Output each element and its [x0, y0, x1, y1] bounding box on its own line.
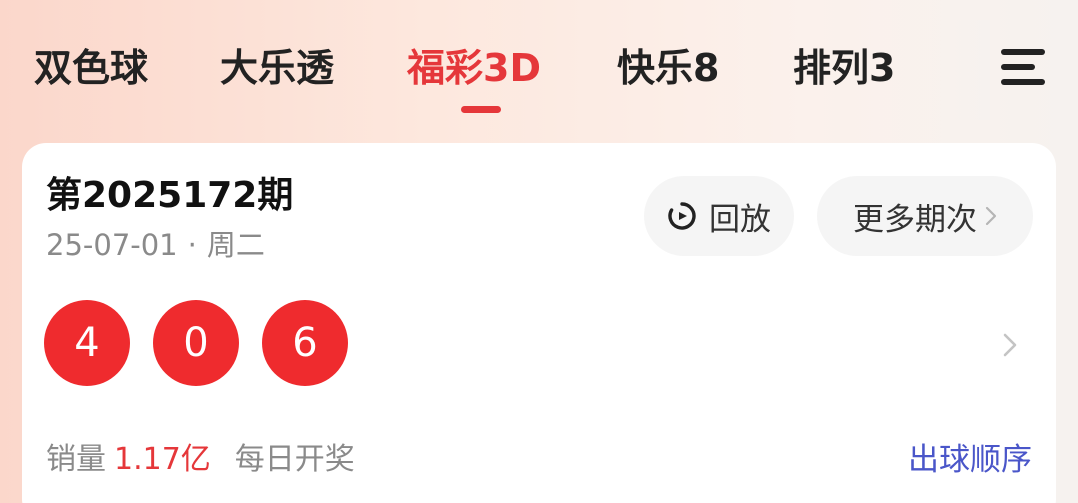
replay-label: 回放 [709, 201, 771, 238]
draw-date-row: 25-07-01 · 周二 [46, 225, 265, 265]
number-ball: 0 [153, 300, 239, 386]
draw-result-card: 第2025172期 25-07-01 · 周二 回放 更多期次 4 0 6 销量 1.… [22, 143, 1056, 503]
sales-value: 1.17亿 [114, 442, 211, 477]
more-issues-label: 更多期次 [853, 201, 977, 238]
chevron-right-icon[interactable] [998, 331, 1022, 359]
chevron-right-icon [985, 206, 997, 226]
tab-fade-overlay [940, 20, 990, 120]
draw-order-link[interactable]: 出球顺序 [908, 439, 1032, 481]
active-tab-indicator [461, 106, 501, 113]
number-ball: 6 [262, 300, 348, 386]
lottery-tab-bar: 双色球 大乐透 福彩3D 快乐8 排列3 [0, 0, 1078, 140]
tab-daletou[interactable]: 大乐透 [220, 42, 334, 94]
issue-number: 第2025172期 [46, 175, 294, 216]
tab-pailie-3[interactable]: 排列3 [793, 42, 895, 94]
draw-frequency: 每日开奖 [234, 442, 355, 477]
more-issues-button[interactable]: 更多期次 [817, 176, 1033, 256]
sales-label: 销量 [46, 442, 106, 477]
hamburger-menu-icon[interactable] [998, 42, 1048, 92]
draw-weekday: 周二 [206, 228, 265, 262]
replay-button[interactable]: 回放 [644, 176, 794, 256]
draw-date: 25-07-01 [46, 228, 178, 262]
sales-info-row: 销量 1.17亿 每日开奖 [46, 439, 355, 481]
tab-kuaile-8[interactable]: 快乐8 [617, 42, 719, 94]
date-separator: · [187, 228, 197, 262]
number-ball: 4 [44, 300, 130, 386]
tab-shuangseqiu[interactable]: 双色球 [34, 42, 148, 94]
tab-fucai-3d[interactable]: 福彩3D [407, 42, 541, 94]
replay-icon [667, 201, 697, 231]
